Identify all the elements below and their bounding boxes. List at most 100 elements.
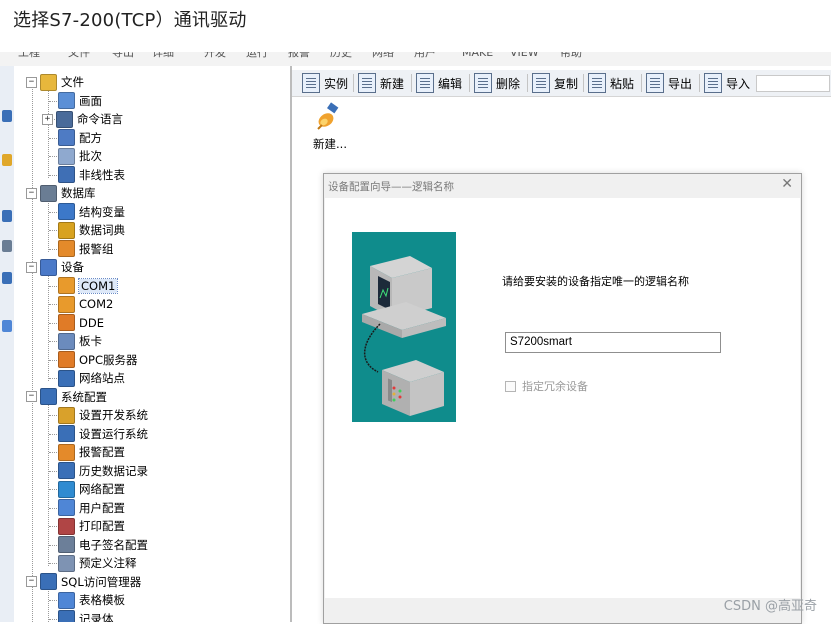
delete-icon — [474, 73, 492, 93]
tree-item-label: 报警配置 — [79, 445, 125, 459]
tree-item-label: DDE — [79, 315, 104, 330]
tree-item[interactable]: 表格模板 — [58, 591, 125, 609]
tree-item[interactable]: − 文件 — [26, 73, 84, 91]
tree-item[interactable]: 画面 — [58, 92, 102, 110]
toolbar-button[interactable]: 编辑 — [416, 73, 462, 93]
strip-icon[interactable] — [2, 210, 12, 222]
tree-item[interactable]: 网络配置 — [58, 480, 125, 498]
strip-icon[interactable] — [2, 110, 12, 122]
toolbar-button[interactable]: 新建 — [358, 73, 404, 93]
tree-item[interactable]: − 数据库 — [26, 184, 96, 202]
left-icon-strip — [0, 66, 15, 622]
paste-icon — [588, 73, 606, 93]
tree-item[interactable]: DDE — [58, 314, 104, 332]
checkbox-box[interactable] — [505, 380, 516, 392]
opc-server-icon — [58, 351, 75, 368]
print-config-icon — [58, 517, 75, 535]
toolbar-button-label: 编辑 — [438, 76, 463, 91]
screen-icon — [58, 92, 75, 109]
menu-item[interactable]: VIEW — [510, 52, 539, 59]
menu-item[interactable]: 导出 — [112, 52, 134, 59]
project-tree: − 文件 画面 + 命令语言 配方 批次 非线性表 − 数据库 结构变量 数据词典报警组 − 设备 COM1… — [14, 66, 292, 622]
tree-item[interactable]: + 命令语言 — [42, 110, 123, 128]
menu-item[interactable]: 报警 — [288, 52, 310, 59]
tree-item[interactable]: 打印配置 — [58, 517, 125, 535]
menu-item[interactable]: MAKE — [462, 52, 493, 59]
tree-item[interactable]: 设置开发系统 — [58, 406, 148, 424]
menu-item[interactable]: 用户 — [414, 52, 436, 59]
collapse-icon[interactable]: − — [26, 576, 37, 587]
history-record-icon — [58, 462, 75, 479]
record-icon — [58, 610, 75, 622]
collapse-icon[interactable]: − — [26, 261, 37, 273]
tree-guide-line — [48, 399, 49, 566]
menu-item[interactable]: 开发 — [204, 52, 226, 59]
tree-item[interactable]: − SQL访问管理器 — [26, 573, 141, 591]
collapse-icon[interactable]: − — [26, 187, 37, 199]
tree-item[interactable]: − 系统配置 — [26, 388, 107, 406]
tree-item[interactable]: 用户配置 — [58, 499, 125, 517]
toolbar-button[interactable]: 实例 — [302, 73, 348, 93]
tree-item[interactable]: 报警配置 — [58, 443, 125, 461]
new-device-item[interactable]: 新建... — [310, 102, 350, 152]
collapse-icon[interactable]: − — [26, 391, 37, 402]
tree-item[interactable]: 报警组 — [58, 240, 114, 258]
toolbar-button[interactable]: 复制 — [532, 73, 578, 93]
recipe-icon — [58, 129, 75, 146]
tree-item[interactable]: 历史数据记录 — [58, 462, 148, 480]
tree-item[interactable]: 数据词典 — [58, 221, 125, 239]
tree-root-guide-line — [32, 82, 33, 622]
run-system-icon — [58, 425, 75, 442]
menu-item[interactable]: 文件 — [68, 52, 90, 59]
tree-item-label: 报警组 — [79, 241, 114, 256]
toolbar-button-label: 导出 — [668, 76, 693, 91]
strip-icon[interactable] — [2, 320, 12, 332]
expand-icon[interactable]: + — [42, 113, 53, 125]
strip-icon[interactable] — [2, 272, 12, 284]
close-icon[interactable]: ✕ — [781, 176, 793, 192]
menu-bar: 工程 文件 导出 详细 开发 运行 报警 历史 网络 用户 MAKE VIEW 帮助 — [0, 52, 831, 67]
batch-icon — [58, 147, 75, 165]
tree-item[interactable]: COM2 — [58, 295, 113, 313]
tree-item[interactable]: 非线性表 — [58, 166, 125, 184]
toolbar-separator — [641, 74, 642, 92]
tree-item-label: 设备 — [61, 260, 84, 274]
menu-item[interactable]: 历史 — [330, 52, 352, 59]
menu-item[interactable]: 工程 — [18, 52, 40, 59]
tree-item[interactable]: 预定义注释 — [58, 554, 137, 572]
logical-name-input[interactable] — [505, 332, 721, 353]
menu-item[interactable]: 网络 — [372, 52, 394, 59]
tree-item[interactable]: 配方 — [58, 129, 102, 147]
instance-icon — [302, 73, 320, 93]
page-heading: 选择S7-200(TCP）通讯驱动 — [13, 10, 247, 31]
menu-item[interactable]: 帮助 — [560, 52, 582, 59]
network-config-icon — [58, 480, 75, 498]
tree-item[interactable]: COM1 — [58, 277, 119, 295]
tree-item[interactable]: − 设备 — [26, 258, 84, 276]
tree-item-label: 设置开发系统 — [79, 408, 148, 422]
toolbar-separator — [353, 74, 354, 92]
tree-item[interactable]: 电子签名配置 — [58, 536, 148, 554]
tree-item[interactable]: 设置运行系统 — [58, 425, 148, 443]
toolbar-separator — [469, 74, 470, 92]
strip-icon[interactable] — [2, 154, 12, 166]
tree-item[interactable]: 板卡 — [58, 332, 102, 350]
collapse-icon[interactable]: − — [26, 76, 37, 88]
toolbar-button[interactable]: 导出 — [646, 73, 692, 93]
toolbar-button[interactable]: 粘贴 — [588, 73, 634, 93]
toolbar-search-box[interactable] — [756, 75, 830, 92]
tree-item[interactable]: OPC服务器 — [58, 351, 138, 369]
strip-icon[interactable] — [2, 240, 12, 252]
menu-item[interactable]: 运行 — [246, 52, 268, 59]
tree-item[interactable]: 批次 — [58, 147, 102, 165]
tree-item[interactable]: 记录体 — [58, 610, 114, 623]
tree-item[interactable]: 结构变量 — [58, 203, 125, 221]
menu-item[interactable]: 详细 — [152, 52, 174, 59]
redundant-device-checkbox[interactable]: 指定冗余设备 — [505, 378, 588, 394]
tree-item-label: 记录体 — [79, 611, 114, 623]
toolbar-button[interactable]: 导入 — [704, 73, 750, 93]
tree-item[interactable]: 网络站点 — [58, 369, 125, 387]
predefined-note-icon — [58, 554, 75, 572]
toolbar-button[interactable]: 删除 — [474, 73, 520, 93]
tree-item-label: 系统配置 — [61, 389, 107, 404]
